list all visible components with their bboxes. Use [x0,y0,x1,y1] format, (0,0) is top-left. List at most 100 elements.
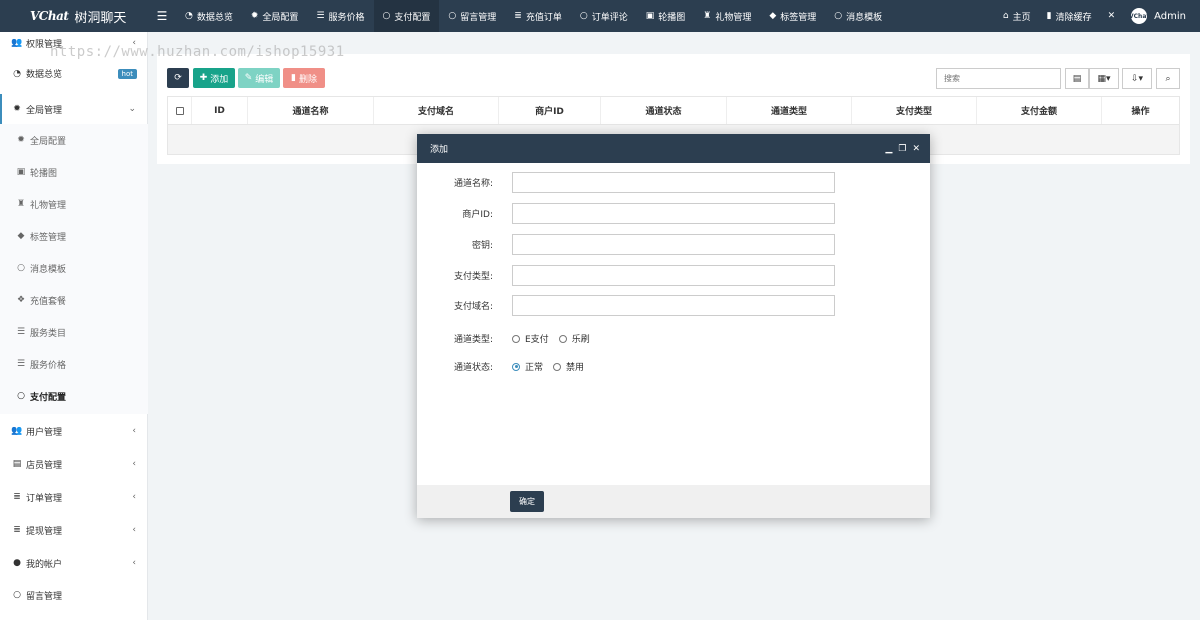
confirm-button[interactable]: 确定 [510,491,544,512]
gift-icon: ♜ [16,199,26,209]
channel-name-input[interactable] [512,172,835,193]
channel-type-radio-leshua[interactable] [558,334,567,343]
topnav-gifts[interactable]: ♜ 礼物管理 [694,0,760,32]
topnav-messages[interactable]: ○ 留言管理 [439,0,505,32]
topnav-tags[interactable]: ◆ 标签管理 [760,0,825,32]
secret-key-label: 密钥: [471,241,493,251]
chevron-left-icon: ‹ [132,558,136,568]
sidebar-item-label: 支付配置 [30,392,67,403]
topnav-label: 服务价格 [328,12,365,23]
topnav-label: 全局配置 [262,12,299,23]
dialog-controls: ▁ ❐ ✕ [885,144,930,154]
channel-type-radio-epay[interactable] [512,334,520,343]
channel-status-label: 通道状态: [453,363,493,373]
topnav-order-comments[interactable]: ○ 订单评论 [571,0,637,32]
chevron-down-icon: ⌄ [128,104,136,114]
topnav-carousel[interactable]: ▣ 轮播图 [637,0,695,32]
sidebar-item-my-account[interactable]: ● 我的帐户 ‹ [0,555,148,571]
topnav-recharge-orders[interactable]: ≣ 充值订单 [505,0,571,32]
column-header[interactable]: ID [192,97,248,124]
column-header[interactable]: 支付域名 [374,97,499,124]
chevron-left-icon: ‹ [132,38,136,48]
pay-domain-input[interactable] [512,295,835,316]
merchant-id-input[interactable] [512,203,835,224]
sidebar-item-message-templates[interactable]: ○ 消息模板 [0,260,148,276]
brand[interactable]: VChat 树洞聊天 [0,0,148,32]
topnav-pay-config[interactable]: ○ 支付配置 [373,0,440,32]
sidebar-item-staff[interactable]: ▤ 店员管理 ‹ [0,456,148,472]
toggle-view-button[interactable]: ▤ [1065,68,1089,89]
clear-cache-button[interactable]: ▮ 清除缓存 [1039,0,1100,32]
select-all-cell[interactable] [168,97,192,124]
circle-icon: ○ [579,11,588,21]
avatar: VChat [1129,8,1149,24]
close-icon[interactable]: ✕ [912,144,920,154]
sidebar-item-dashboard[interactable]: ◔ 数据总览 hot [0,67,148,80]
edit-button[interactable]: ✎ 编辑 [238,68,280,88]
refresh-button[interactable]: ⟳ [167,68,189,88]
export-icon: ⇩▾ [1130,73,1144,84]
gears-icon: ✹ [13,104,21,114]
column-header[interactable]: 通道名称 [248,97,374,124]
top-right-nav: ⌂ 主页 ▮ 清除缓存 ✕ VChat Admin [995,0,1200,32]
pencil-icon: ✎ [244,73,253,83]
search-input[interactable] [936,68,1061,89]
sidebar-item-label: 订单管理 [26,493,63,504]
menu-toggle-button[interactable]: ☰ [148,9,176,23]
sidebar-item-messages[interactable]: ○ 留言管理 [0,587,148,603]
chevron-left-icon: ‹ [132,426,136,436]
column-header[interactable]: 支付金额 [977,97,1102,124]
column-header[interactable]: 支付类型 [852,97,977,124]
topnav-message-templates[interactable]: ○ 消息模板 [825,0,891,32]
export-button[interactable]: ⇩▾ [1122,68,1152,89]
home-link[interactable]: ⌂ 主页 [995,0,1039,32]
sidebar-item-orders[interactable]: ≣ 订单管理 ‹ [0,489,148,505]
user-menu[interactable]: VChat Admin [1123,0,1200,32]
sidebar-item-users[interactable]: 👥 用户管理 ‹ [0,423,148,439]
sidebar-item-service-price[interactable]: ☰ 服务价格 [0,356,148,372]
column-header[interactable]: 商户ID [499,97,601,124]
chevron-left-icon: ‹ [132,525,136,535]
sidebar-item-pay-config[interactable]: ○ 支付配置 [0,388,148,404]
sidebar-item-carousel[interactable]: ▣ 轮播图 [0,164,148,180]
sidebar-item-global-management[interactable]: ✹ 全局管理 ⌄ [0,94,148,124]
fullscreen-button[interactable]: ✕ [1100,0,1124,32]
image-icon: ▣ [645,11,655,21]
image-icon: ▣ [16,167,26,177]
sidebar-item-global-config[interactable]: ✹ 全局配置 [0,132,148,148]
topnav-dashboard[interactable]: ◔ 数据总览 [176,0,242,32]
sidebar-item-permissions[interactable]: 👥 权限管理 ‹ [0,35,148,51]
column-header: 操作 [1131,107,1150,117]
sidebar-item-withdrawals[interactable]: ≣ 提现管理 ‹ [0,522,148,538]
circle-icon: ○ [17,263,25,273]
sidebar-item-label: 数据总览 [26,70,63,80]
maximize-icon[interactable]: ❐ [898,144,906,154]
delete-button[interactable]: ▮ 删除 [283,68,325,88]
channel-type-option-label: E支付 [525,335,549,345]
sidebar-item-label: 充值套餐 [30,296,67,307]
channel-status-radio-normal[interactable] [512,362,520,371]
sidebar-item-recharge-packages[interactable]: ❖ 充值套餐 [0,292,148,308]
hot-badge: hot [117,68,137,79]
topnav-label: 订单评论 [591,12,628,23]
topnav-service-price[interactable]: ☰ 服务价格 [307,0,373,32]
add-button[interactable]: ✚ 添加 [193,68,235,88]
channel-status-radio-disabled[interactable] [553,362,562,371]
columns-button[interactable]: ▦▾ [1089,68,1119,89]
minimize-icon[interactable]: ▁ [885,144,892,154]
user-name: Admin [1154,10,1186,22]
search-toggle-button[interactable]: ⌕ [1156,68,1180,89]
database-icon: ≣ [13,492,21,502]
sidebar-item-tags[interactable]: ◆ 标签管理 [0,228,148,244]
sidebar-item-gifts[interactable]: ♜ 礼物管理 [0,196,148,212]
secret-key-input[interactable] [512,234,835,255]
sidebar-item-service-categories[interactable]: ☰ 服务类目 [0,324,148,340]
pay-type-input[interactable] [512,265,835,286]
select-all-checkbox[interactable] [175,106,184,115]
home-label: 主页 [1012,12,1031,23]
topnav-global-config[interactable]: ✹ 全局配置 [242,0,308,32]
gift-icon: ♜ [703,11,712,21]
form-row-pay-type: 支付类型: [417,265,930,286]
column-header[interactable]: 通道类型 [727,97,852,124]
column-header[interactable]: 通道状态 [601,97,727,124]
